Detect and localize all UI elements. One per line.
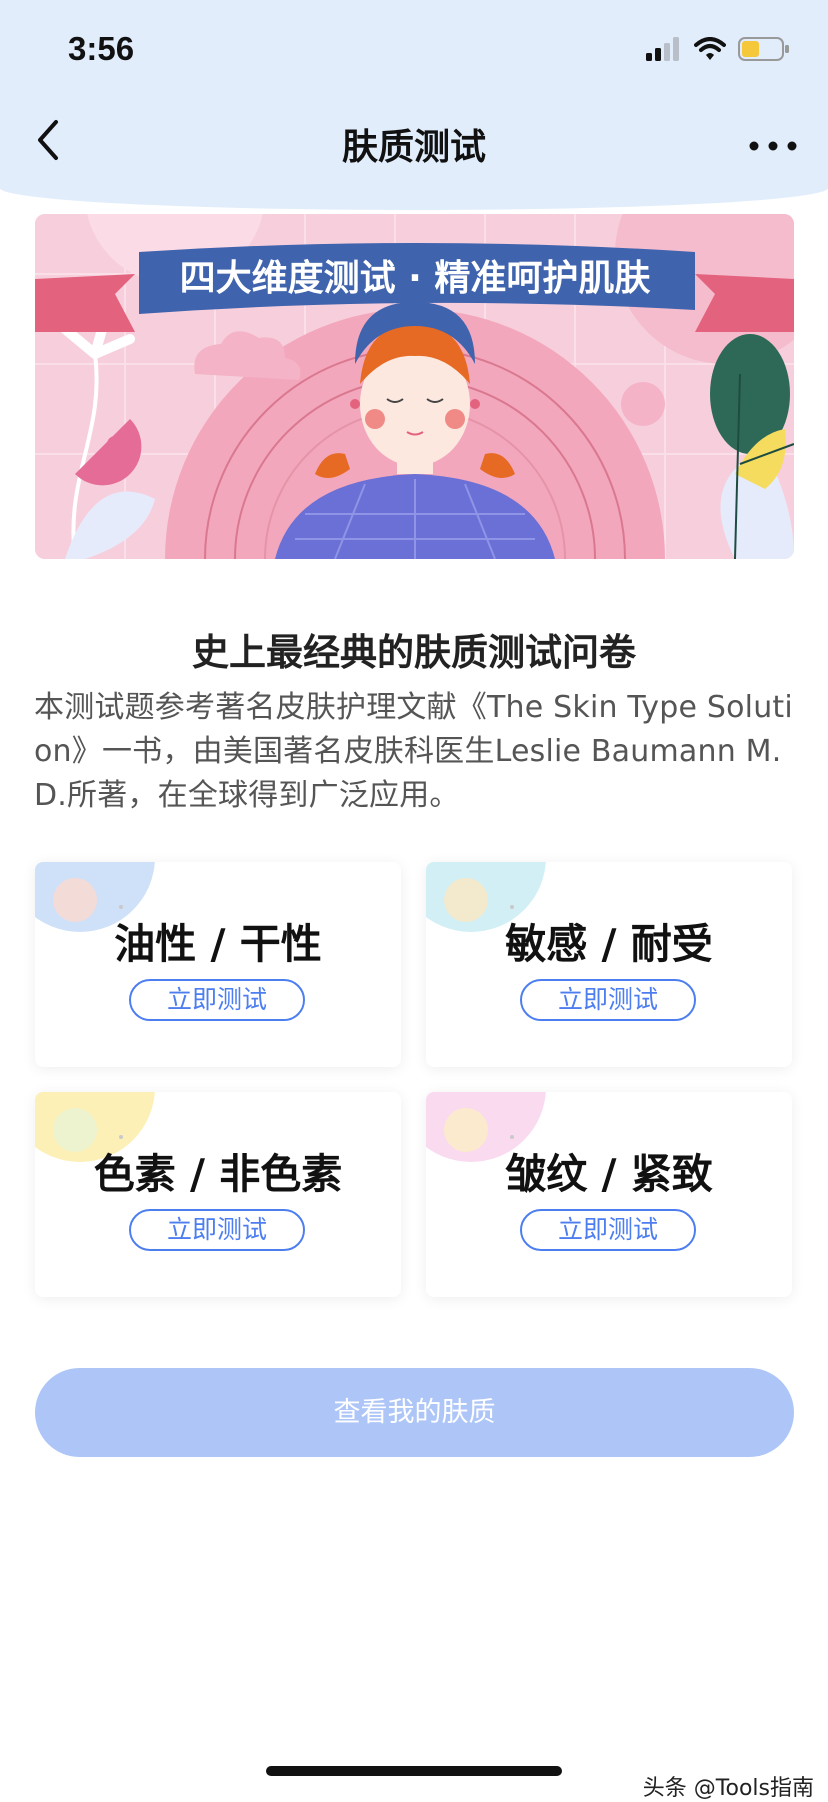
more-dots-icon [749,141,797,151]
status-time: 3:56 [68,30,135,67]
status-icons [646,34,790,64]
page-title: 肤质测试 [341,127,486,168]
start-test-button[interactable]: 立即测试 [520,1209,696,1251]
view-my-skin-type-button[interactable]: 查看我的肤质 [35,1368,794,1457]
start-test-button[interactable]: 立即测试 [520,979,696,1021]
signal-icon [646,37,679,61]
card-title: 色素 / 非色素 [93,1150,343,1198]
start-test-button[interactable]: 立即测试 [129,979,305,1021]
banner-ribbon-text: 四大维度测试 · 精准呵护肌肤 [180,258,651,299]
test-card-wrinkle-tight[interactable]: 皱纹 / 紧致 立即测试 [426,1092,792,1297]
intro-title: 史上最经典的肤质测试问卷 [192,631,636,674]
card-title: 敏感 / 耐受 [505,920,713,968]
intro-body: 本测试题参考著名皮肤护理文献《The Skin Type Solution》一书… [34,690,793,813]
card-title: 皱纹 / 紧致 [505,1150,713,1198]
test-card-oily-dry[interactable]: 油性 / 干性 立即测试 [35,862,401,1067]
start-test-button[interactable]: 立即测试 [129,1209,305,1251]
wifi-icon [694,37,726,60]
card-title: 油性 / 干性 [114,920,322,968]
home-indicator[interactable] [266,1766,562,1776]
battery-icon [738,37,789,61]
more-button[interactable] [744,130,802,160]
watermark: 头条 @Tools指南 [642,1776,814,1801]
banner-illustration: 四大维度测试 · 精准呵护肌肤 [35,214,794,559]
test-card-pigmented[interactable]: 色素 / 非色素 立即测试 [35,1092,401,1297]
test-card-sensitive-resistant[interactable]: 敏感 / 耐受 立即测试 [426,862,792,1067]
